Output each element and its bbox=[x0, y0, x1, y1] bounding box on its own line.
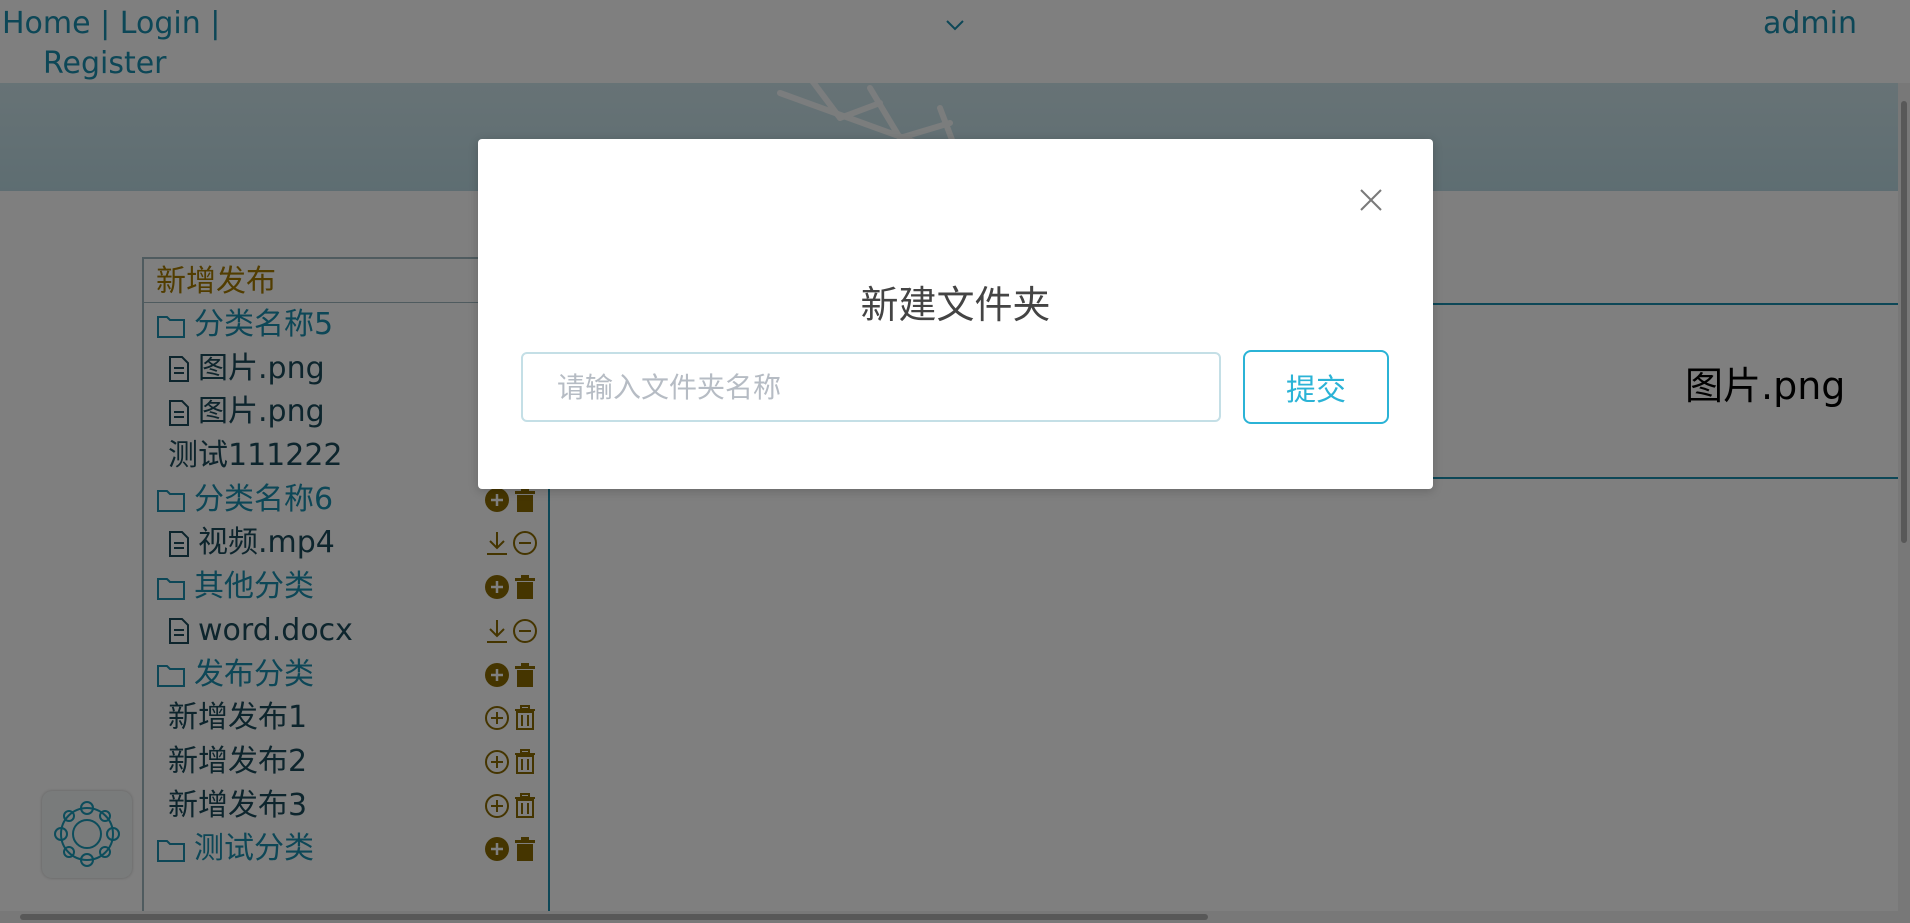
close-icon[interactable] bbox=[1356, 185, 1386, 215]
new-folder-dialog: 新建文件夹 提交 bbox=[478, 139, 1433, 489]
dialog-title: 新建文件夹 bbox=[860, 283, 1051, 327]
folder-name-input[interactable] bbox=[521, 352, 1221, 422]
submit-button[interactable]: 提交 bbox=[1243, 350, 1389, 424]
